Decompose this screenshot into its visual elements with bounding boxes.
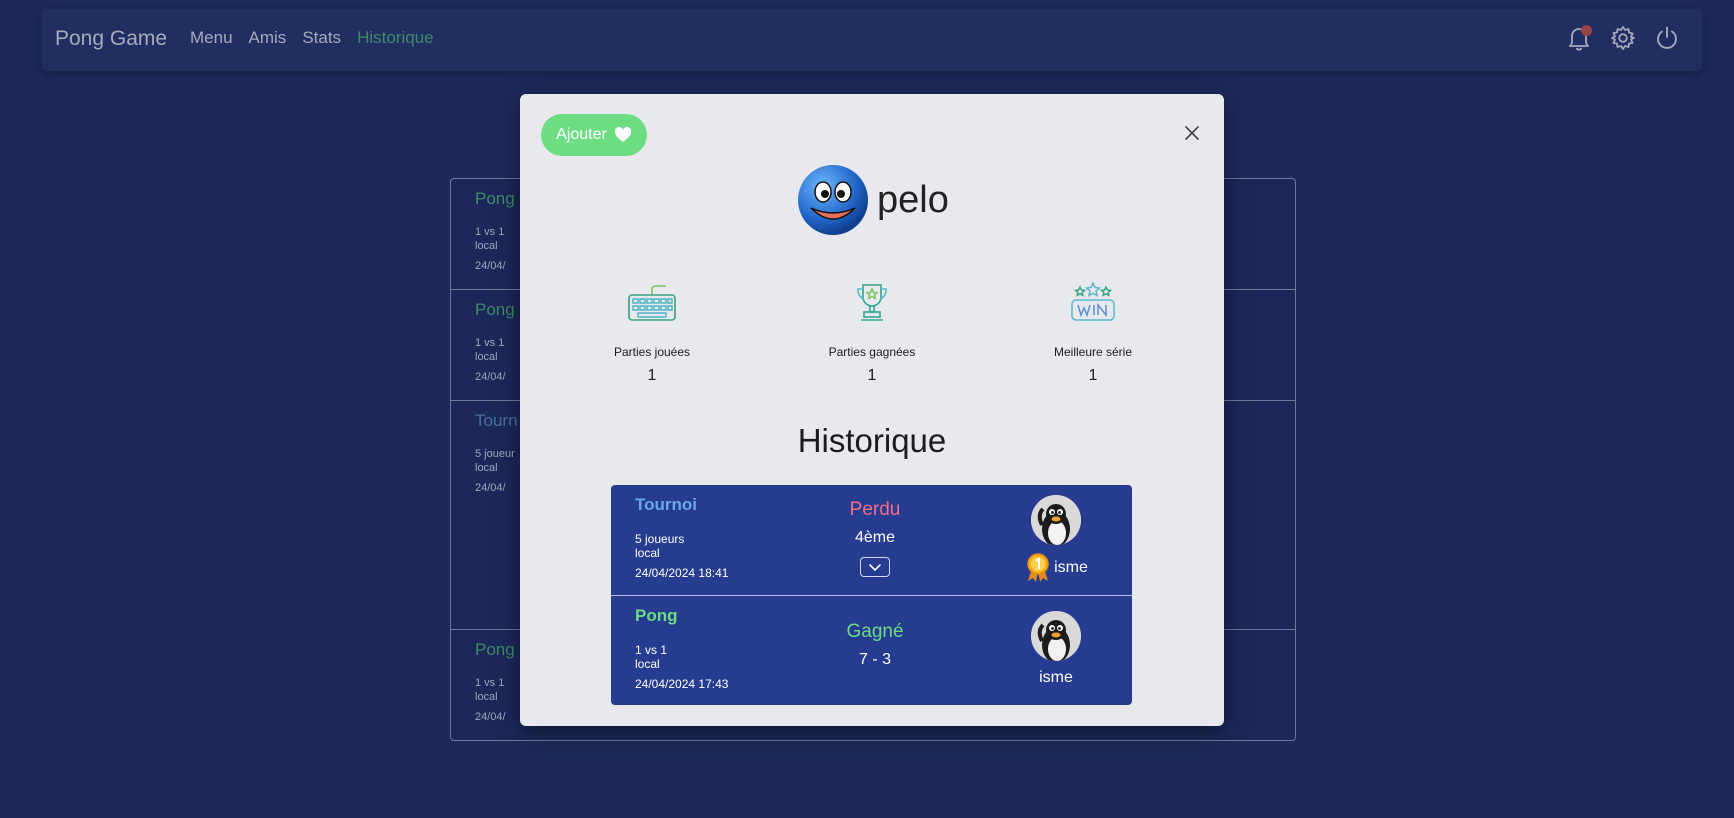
keyboard-icon [572, 280, 732, 326]
match-score: 7 - 3 [858, 651, 891, 668]
stat-value: 1 [1088, 367, 1098, 384]
history-title: Historique [797, 422, 947, 459]
match-row-tournament[interactable]: Tournoi 5 joueurs local 24/04/2024 18:41… [611, 485, 1132, 594]
match-row-pong[interactable]: Pong 1 vs 1 local 24/04/2024 17:43 Gagné… [611, 595, 1132, 705]
stat-label: Parties jouées [613, 345, 691, 359]
close-icon[interactable] [1182, 123, 1202, 143]
opponent-avatar[interactable] [1031, 611, 1081, 661]
chevron-down-icon [869, 563, 881, 571]
match-date: 24/04/2024 18:41 [635, 566, 729, 580]
avatar [798, 165, 868, 235]
match-type: Tournoi [635, 495, 697, 514]
match-result: Perdu [849, 499, 901, 520]
match-opponent-block: isme [1001, 611, 1111, 687]
stat-best-streak: Meilleure série 1 [1013, 280, 1173, 385]
profile-header: pelo [797, 164, 949, 236]
stat-games-played: Parties jouées 1 [572, 280, 732, 385]
stat-value: 1 [647, 367, 657, 384]
heart-icon [614, 127, 631, 142]
opponent-name: isme [1054, 559, 1088, 576]
profile-modal: Ajouter pelo Parties jouées 1 Parties ga… [520, 94, 1224, 726]
match-result-block: Perdu 4ème [785, 499, 965, 577]
match-rank: 4ème [854, 529, 896, 546]
match-location: local [635, 657, 660, 671]
trophy-icon [792, 280, 952, 326]
add-friend-label: Ajouter [556, 126, 607, 143]
match-opponent-block: isme [1001, 495, 1111, 583]
profile-username: pelo [877, 178, 949, 221]
match-history-list: Tournoi 5 joueurs local 24/04/2024 18:41… [611, 485, 1132, 705]
stat-games-won: Parties gagnées 1 [792, 280, 952, 385]
first-place-medal-icon [1027, 553, 1049, 582]
add-friend-button[interactable]: Ajouter [541, 114, 647, 156]
stat-value: 1 [867, 367, 877, 384]
match-mode: 5 joueurs [635, 532, 685, 546]
stat-label: Parties gagnées [828, 345, 916, 359]
expand-button[interactable] [860, 557, 890, 577]
opponent-name: isme [1039, 669, 1073, 686]
match-type: Pong [635, 606, 678, 625]
match-location: local [635, 546, 660, 560]
opponent-avatar[interactable] [1031, 495, 1081, 545]
match-meta: 1 vs 1 local [635, 643, 667, 671]
opponent-line: isme [1001, 669, 1111, 687]
match-date: 24/04/2024 17:43 [635, 677, 729, 691]
opponent-line: isme [1001, 553, 1111, 583]
win-stars-icon [1013, 280, 1173, 326]
match-meta: 5 joueurs local [635, 532, 684, 560]
stat-label: Meilleure série [1053, 345, 1133, 359]
match-mode: 1 vs 1 [635, 643, 668, 657]
match-result: Gagné [846, 621, 904, 642]
match-result-block: Gagné 7 - 3 [785, 621, 965, 669]
